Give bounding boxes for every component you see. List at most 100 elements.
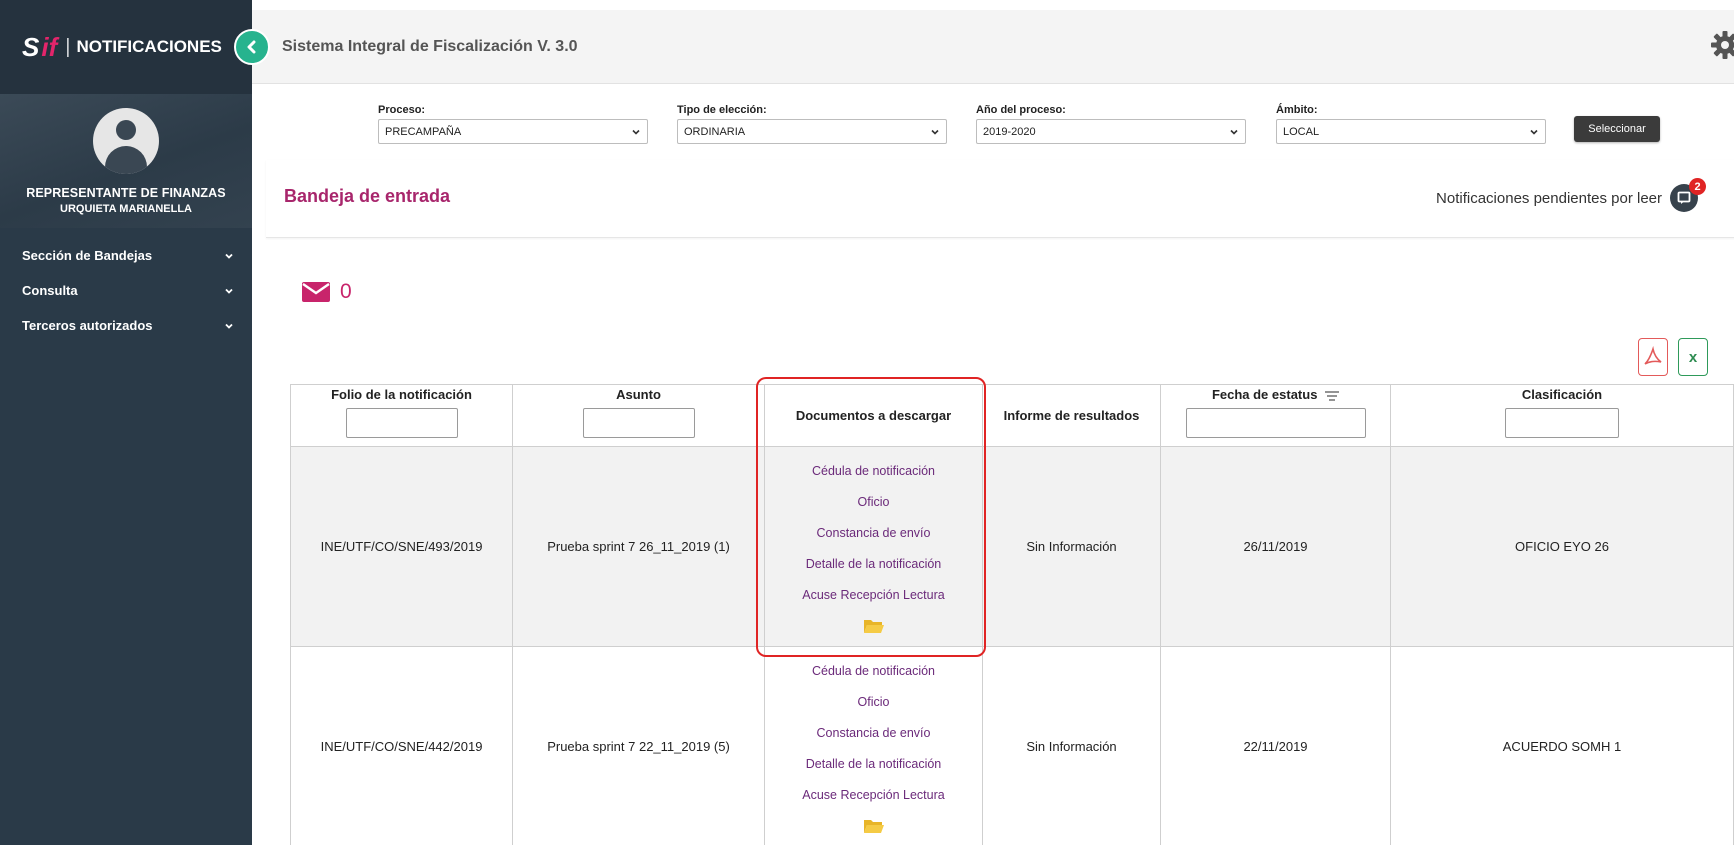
acuse-link[interactable]: Acuse Recepción Lectura [765, 780, 982, 811]
seleccionar-button[interactable]: Seleccionar [1574, 116, 1660, 142]
select-value: PRECAMPAÑA [385, 125, 462, 138]
column-label-wrap: Fecha de estatus [1161, 387, 1390, 402]
mail-count-value: 0 [340, 280, 352, 303]
chevron-down-icon [1530, 129, 1538, 135]
constancia-link[interactable]: Constancia de envío [765, 518, 982, 549]
page-title: Bandeja de entrada [284, 186, 451, 206]
app-title: Sistema Integral de Fiscalización V. 3.0 [282, 37, 578, 55]
column-label: Asunto [616, 387, 661, 402]
sidebar-item-label: Sección de Bandejas [22, 248, 153, 263]
message-icon [1677, 191, 1691, 204]
filter-label: Año del proceso: [976, 104, 1066, 116]
export-excel-button[interactable]: x [1678, 338, 1708, 376]
select-value: LOCAL [1283, 125, 1320, 138]
sort-icon[interactable] [1325, 390, 1340, 401]
pdf-icon [1644, 346, 1662, 365]
select-value: ORDINARIA [684, 125, 746, 138]
user-name: URQUIETA MARIANELLA [60, 203, 192, 215]
column-asunto: Asunto [512, 384, 765, 447]
documents-cell: Cédula de notificación Oficio Constancia… [764, 446, 983, 647]
notification-badge: 2 [1689, 178, 1706, 195]
fecha-cell: 22/11/2019 [1160, 646, 1391, 845]
cedula-link[interactable]: Cédula de notificación [765, 656, 982, 687]
folio-cell: INE/UTF/CO/SNE/493/2019 [290, 446, 513, 647]
folder-icon[interactable] [863, 817, 885, 834]
sidebar-item-consulta[interactable]: Consulta [0, 273, 252, 308]
cedula-link[interactable]: Cédula de notificación [765, 456, 982, 487]
pending-notifications-button[interactable]: 2 [1670, 178, 1706, 212]
logo-s: S [22, 31, 40, 62]
filter-label: Ámbito: [1276, 104, 1318, 116]
brand-separator: | [65, 35, 71, 58]
main-content: 0 x Folio de la notificación Asunto Docu… [266, 240, 1734, 845]
export-pdf-button[interactable] [1638, 338, 1668, 376]
filter-bar: Proceso: PRECAMPAÑA Tipo de elección: OR… [266, 98, 1696, 158]
sidebar-item-label: Consulta [22, 283, 78, 298]
fecha-filter-input[interactable] [1185, 408, 1366, 438]
constancia-link[interactable]: Constancia de envío [765, 718, 982, 749]
detalle-link[interactable]: Detalle de la notificación [765, 549, 982, 580]
user-profile: REPRESENTANTE DE FINANZAS URQUIETA MARIA… [0, 94, 252, 228]
chevron-down-icon [1230, 129, 1238, 135]
gear-icon[interactable] [1710, 30, 1734, 60]
sidebar-menu: Sección de Bandejas Consulta Terceros au… [0, 228, 252, 343]
avatar-icon [93, 108, 159, 174]
filter-anio-proceso: Año del proceso: 2019-2020 [976, 104, 1246, 144]
clasificacion-cell: ACUERDO SOMH 1 [1390, 646, 1734, 845]
chevron-down-icon [931, 129, 939, 135]
mail-counter: 0 [302, 280, 352, 304]
column-label: Fecha de estatus [1211, 387, 1318, 402]
collapse-sidebar-button[interactable] [234, 29, 270, 65]
sif-logo: Sif [22, 32, 57, 63]
documents-cell: Cédula de notificación Oficio Constancia… [764, 646, 983, 845]
chevron-down-icon [225, 323, 233, 329]
pending-notifications: Notificaciones pendientes por leer 2 [1436, 178, 1706, 212]
filter-ambito: Ámbito: LOCAL [1276, 104, 1546, 144]
column-folio: Folio de la notificación [290, 384, 513, 447]
envelope-icon [302, 282, 330, 302]
excel-icon: x [1688, 348, 1698, 366]
brand-bar: Sif | NOTIFICACIONES [0, 0, 270, 94]
top-header: Sistema Integral de Fiscalización V. 3.0 [252, 10, 1734, 84]
tipo-eleccion-select[interactable]: ORDINARIA [677, 119, 947, 144]
proceso-select[interactable]: PRECAMPAÑA [378, 119, 648, 144]
asunto-filter-input[interactable] [582, 408, 695, 438]
asunto-cell: Prueba sprint 7 22_11_2019 (5) [512, 646, 765, 845]
select-value: 2019-2020 [983, 125, 1036, 138]
acuse-link[interactable]: Acuse Recepción Lectura [765, 580, 982, 611]
filter-label: Proceso: [378, 104, 426, 116]
sidebar-item-terceros-autorizados[interactable]: Terceros autorizados [0, 308, 252, 343]
clasificacion-filter-input[interactable] [1505, 408, 1619, 438]
ambito-select[interactable]: LOCAL [1276, 119, 1546, 144]
oficio-link[interactable]: Oficio [765, 687, 982, 718]
oficio-link[interactable]: Oficio [765, 487, 982, 518]
column-clasificacion: Clasificación [1390, 384, 1734, 447]
column-label: Clasificación [1521, 387, 1603, 402]
chevron-down-icon [225, 253, 233, 259]
filter-proceso: Proceso: PRECAMPAÑA [378, 104, 648, 144]
table-row: INE/UTF/CO/SNE/442/2019 Prueba sprint 7 … [290, 646, 1734, 845]
detalle-link[interactable]: Detalle de la notificación [765, 749, 982, 780]
informe-cell: Sin Información [982, 446, 1161, 647]
filter-tipo-eleccion: Tipo de elección: ORDINARIA [677, 104, 947, 144]
column-documentos: Documentos a descargar [764, 384, 983, 447]
chevron-left-icon [247, 40, 256, 54]
chevron-down-icon [225, 288, 233, 294]
notifications-table: Folio de la notificación Asunto Document… [290, 384, 1734, 845]
folio-filter-input[interactable] [345, 408, 458, 438]
logo-if: if [41, 31, 58, 62]
folio-cell: INE/UTF/CO/SNE/442/2019 [290, 646, 513, 845]
brand-title: NOTIFICACIONES [76, 37, 222, 56]
informe-cell: Sin Información [982, 646, 1161, 845]
table-row: INE/UTF/CO/SNE/493/2019 Prueba sprint 7 … [290, 446, 1734, 647]
folder-icon[interactable] [863, 617, 885, 634]
inbox-header: Bandeja de entrada Notificaciones pendie… [266, 160, 1734, 238]
column-label: Documentos a descargar [795, 408, 952, 423]
anio-proceso-select[interactable]: 2019-2020 [976, 119, 1246, 144]
sidebar-item-seccion-bandejas[interactable]: Sección de Bandejas [0, 238, 252, 273]
table-header-row: Folio de la notificación Asunto Document… [290, 384, 1734, 447]
sidebar-item-label: Terceros autorizados [22, 318, 153, 333]
fecha-cell: 26/11/2019 [1160, 446, 1391, 647]
column-label: Informe de resultados [1003, 408, 1140, 423]
column-informe: Informe de resultados [982, 384, 1161, 447]
